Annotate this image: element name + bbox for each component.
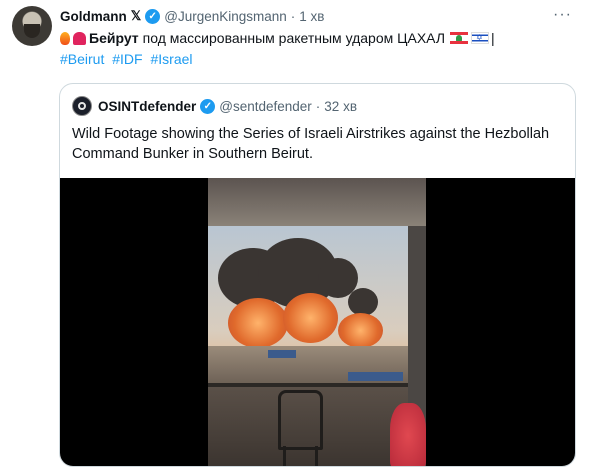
verified-badge-icon: ✓ [145, 8, 161, 24]
foreground-hand [390, 403, 426, 466]
quoted-timestamp[interactable]: 32 хв [324, 99, 357, 114]
chair-leg [315, 446, 318, 466]
chair-leg [283, 446, 286, 466]
lebanon-flag-icon [450, 32, 469, 44]
quoted-author-handle[interactable]: @sentdefender [219, 99, 312, 114]
explosion [283, 293, 338, 343]
more-options-icon[interactable]: ··· [553, 6, 572, 24]
solar-panel [268, 350, 296, 358]
balcony-ceiling [208, 178, 426, 226]
quoted-author-avatar[interactable] [72, 96, 92, 116]
tweet-text: Бейрут под массированным ракетным ударом… [60, 30, 495, 46]
plastic-chair [278, 390, 323, 450]
avatar-beard [24, 24, 40, 38]
quoted-tweet-text: Wild Footage showing the Series of Israe… [72, 126, 550, 162]
hashtag-israel[interactable]: #Israel [150, 51, 192, 67]
quoted-tweet-card[interactable]: OSINTdefender ✓ @sentdefender · 32 хв Wi… [59, 83, 576, 467]
hashtags: #Beirut #IDF #Israel [60, 51, 197, 67]
smoke-cloud [348, 288, 378, 316]
author-name[interactable]: Goldmann [60, 9, 127, 24]
solar-panel [348, 372, 403, 381]
israel-flag-icon [471, 32, 490, 44]
x-logo-badge: 𝕏 [130, 8, 142, 23]
video-frame [208, 178, 426, 466]
quoted-verified-badge-icon: ✓ [200, 98, 216, 114]
tweet-header: Goldmann 𝕏 ✓ @JurgenKingsmann · 1 хв [60, 8, 324, 24]
tweet-text-body: под массированным ракетным ударом ЦАХАЛ [142, 30, 446, 46]
quoted-separator-dot: · [315, 98, 321, 114]
author-avatar[interactable] [12, 6, 52, 46]
video-media[interactable] [60, 178, 575, 466]
quoted-tweet-header: OSINTdefender ✓ @sentdefender · 32 хв [72, 96, 357, 116]
tweet-text-bold: Бейрут [89, 30, 139, 46]
explosion [228, 298, 288, 348]
text-cursor: | [491, 30, 495, 46]
tweet-timestamp[interactable]: 1 хв [299, 9, 324, 24]
separator-dot: · [290, 8, 296, 24]
hashtag-beirut[interactable]: #Beirut [60, 51, 104, 67]
explosion [338, 313, 383, 348]
siren-icon [73, 31, 86, 45]
author-handle[interactable]: @JurgenKingsmann [164, 9, 287, 24]
quoted-author-name[interactable]: OSINTdefender [98, 99, 196, 114]
fire-icon [60, 31, 70, 45]
hashtag-idf[interactable]: #IDF [112, 51, 142, 67]
